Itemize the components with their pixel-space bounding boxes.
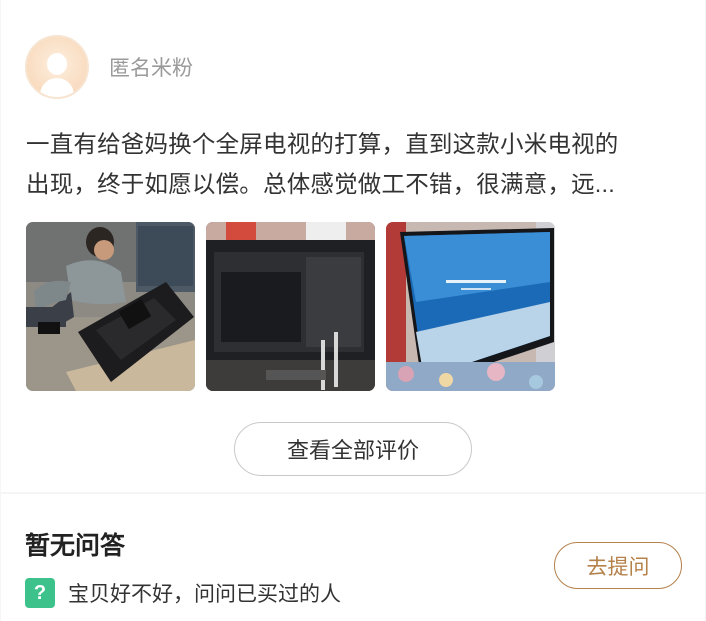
review-text[interactable]: 一直有给爸妈换个全屏电视的打算，直到这款小米电视的 出现，终于如愿以偿。总体感觉…	[26, 124, 686, 204]
qa-hint-text: 宝贝好不好，问问已买过的人	[68, 583, 341, 606]
qa-hint: ? 宝贝好不好，问问已买过的人	[25, 578, 341, 608]
reviewer-info: 匿名米粉	[25, 35, 193, 99]
qa-title: 暂无问答	[25, 532, 126, 560]
avatar-body-icon	[40, 78, 74, 97]
review-photo-2[interactable]	[206, 222, 375, 391]
review-photo-1[interactable]	[26, 222, 195, 391]
avatar-head-icon	[47, 53, 67, 75]
qa-card: 暂无问答 ? 宝贝好不好，问问已买过的人 去提问	[1, 494, 705, 621]
ask-question-button[interactable]: 去提问	[554, 542, 682, 589]
view-all-reviews-button[interactable]: 查看全部评价	[234, 422, 472, 476]
product-detail-page: 匿名米粉 一直有给爸妈换个全屏电视的打算，直到这款小米电视的 出现，终于如愿以偿…	[0, 0, 706, 621]
reviewer-name: 匿名米粉	[109, 57, 193, 80]
review-text-line: 出现，终于如愿以偿。总体感觉做工不错，很满意，远...	[26, 171, 615, 197]
review-photo-3[interactable]	[386, 222, 555, 391]
question-mark-icon: ?	[25, 578, 55, 608]
review-text-line: 一直有给爸妈换个全屏电视的打算，直到这款小米电视的	[26, 131, 619, 157]
review-photos	[26, 222, 555, 391]
avatar	[25, 35, 89, 99]
review-card: 匿名米粉 一直有给爸妈换个全屏电视的打算，直到这款小米电视的 出现，终于如愿以偿…	[1, 0, 705, 492]
